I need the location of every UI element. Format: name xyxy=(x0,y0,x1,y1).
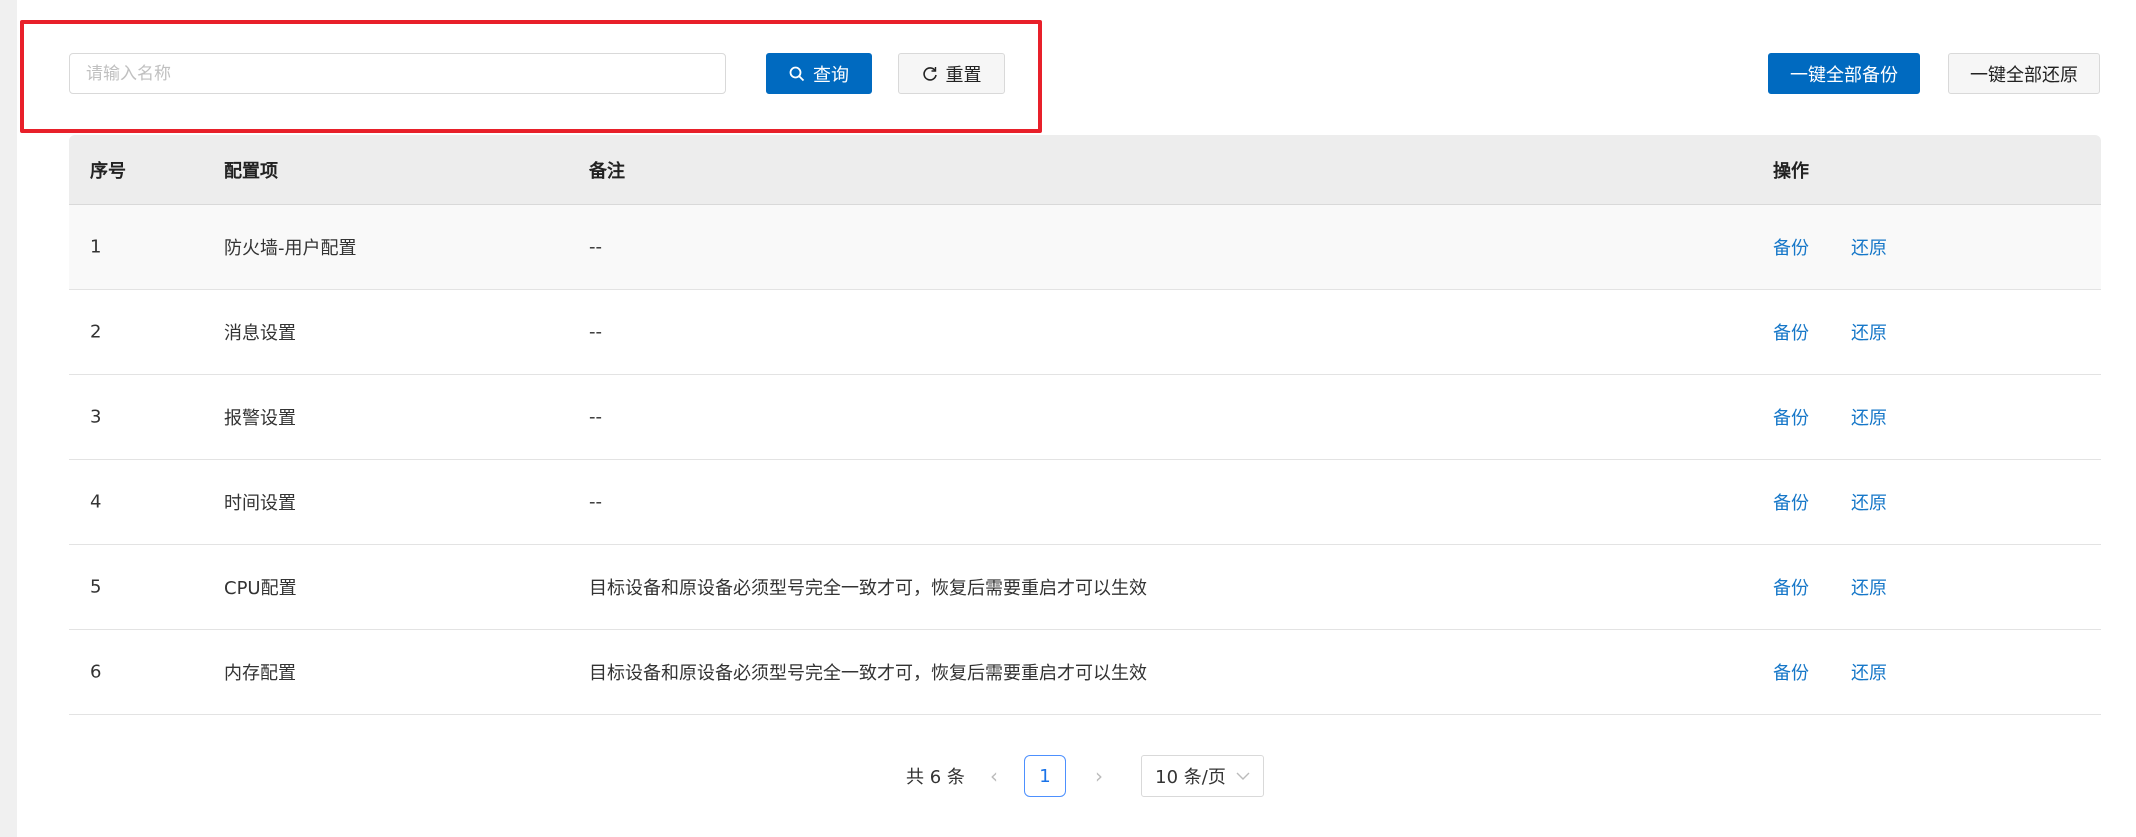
row-item: 时间设置 xyxy=(224,493,296,514)
page-size-value: 10 条/页 xyxy=(1155,767,1226,788)
restore-all-button[interactable]: 一键全部还原 xyxy=(1948,53,2100,94)
header-actions: 操作 xyxy=(1773,160,1809,182)
prev-page-icon[interactable]: ‹ xyxy=(984,755,1004,797)
restore-link[interactable]: 还原 xyxy=(1851,234,1887,260)
backup-all-button[interactable]: 一键全部备份 xyxy=(1768,53,1920,94)
name-search-input[interactable] xyxy=(69,53,726,94)
pagination: 共 6 条 ‹ 1 › 10 条/页 xyxy=(0,755,2136,797)
row-no: 5 xyxy=(90,576,102,598)
table-row: 3 报警设置 -- 备份 还原 xyxy=(69,375,2101,460)
header-no: 序号 xyxy=(90,160,126,182)
reset-button[interactable]: 重置 xyxy=(898,53,1005,94)
backup-link[interactable]: 备份 xyxy=(1773,659,1809,685)
table-row: 4 时间设置 -- 备份 还原 xyxy=(69,460,2101,545)
row-item: 报警设置 xyxy=(224,408,296,429)
backup-link[interactable]: 备份 xyxy=(1773,404,1809,430)
left-sidebar-edge xyxy=(0,0,17,837)
backup-link[interactable]: 备份 xyxy=(1773,489,1809,515)
row-note: -- xyxy=(589,406,602,428)
chevron-down-icon xyxy=(1236,772,1250,780)
reset-label: 重置 xyxy=(945,64,982,86)
page-size-select[interactable]: 10 条/页 xyxy=(1141,755,1264,797)
restore-link[interactable]: 还原 xyxy=(1851,404,1887,430)
table-header: 序号 配置项 备注 操作 xyxy=(69,135,2101,205)
row-note: -- xyxy=(589,236,602,258)
backup-link[interactable]: 备份 xyxy=(1773,319,1809,345)
row-no: 3 xyxy=(90,406,102,428)
next-page-icon[interactable]: › xyxy=(1089,755,1109,797)
row-no: 6 xyxy=(90,661,102,683)
page-1-button[interactable]: 1 xyxy=(1024,755,1066,797)
row-item: 防火墙-用户配置 xyxy=(224,238,357,259)
table-row: 6 内存配置 目标设备和原设备必须型号完全一致才可，恢复后需要重启才可以生效 备… xyxy=(69,630,2101,715)
restore-all-label: 一键全部还原 xyxy=(1970,64,2078,86)
row-item: 消息设置 xyxy=(224,323,296,344)
restore-link[interactable]: 还原 xyxy=(1851,319,1887,345)
query-label: 查询 xyxy=(813,64,849,86)
config-table: 序号 配置项 备注 操作 1 防火墙-用户配置 -- 备份 还原 2 消息设置 -… xyxy=(69,135,2101,715)
row-note: -- xyxy=(589,491,602,513)
row-no: 1 xyxy=(90,236,102,258)
row-no: 2 xyxy=(90,321,102,343)
restore-link[interactable]: 还原 xyxy=(1851,489,1887,515)
restore-link[interactable]: 还原 xyxy=(1851,574,1887,600)
row-item: CPU配置 xyxy=(224,578,297,599)
restore-link[interactable]: 还原 xyxy=(1851,659,1887,685)
backup-link[interactable]: 备份 xyxy=(1773,574,1809,600)
search-icon xyxy=(789,66,805,81)
row-note: -- xyxy=(589,321,602,343)
backup-link[interactable]: 备份 xyxy=(1773,234,1809,260)
row-note: 目标设备和原设备必须型号完全一致才可，恢复后需要重启才可以生效 xyxy=(589,663,1147,684)
backup-all-label: 一键全部备份 xyxy=(1790,64,1898,86)
refresh-icon xyxy=(922,66,937,81)
table-row: 5 CPU配置 目标设备和原设备必须型号完全一致才可，恢复后需要重启才可以生效 … xyxy=(69,545,2101,630)
header-note: 备注 xyxy=(589,160,625,182)
query-button[interactable]: 查询 xyxy=(766,53,872,94)
row-item: 内存配置 xyxy=(224,663,296,684)
table-row: 1 防火墙-用户配置 -- 备份 还原 xyxy=(69,205,2101,290)
row-note: 目标设备和原设备必须型号完全一致才可，恢复后需要重启才可以生效 xyxy=(589,578,1147,599)
header-item: 配置项 xyxy=(224,160,278,182)
total-count: 共 6 条 xyxy=(906,767,965,788)
table-row: 2 消息设置 -- 备份 还原 xyxy=(69,290,2101,375)
row-no: 4 xyxy=(90,491,102,513)
